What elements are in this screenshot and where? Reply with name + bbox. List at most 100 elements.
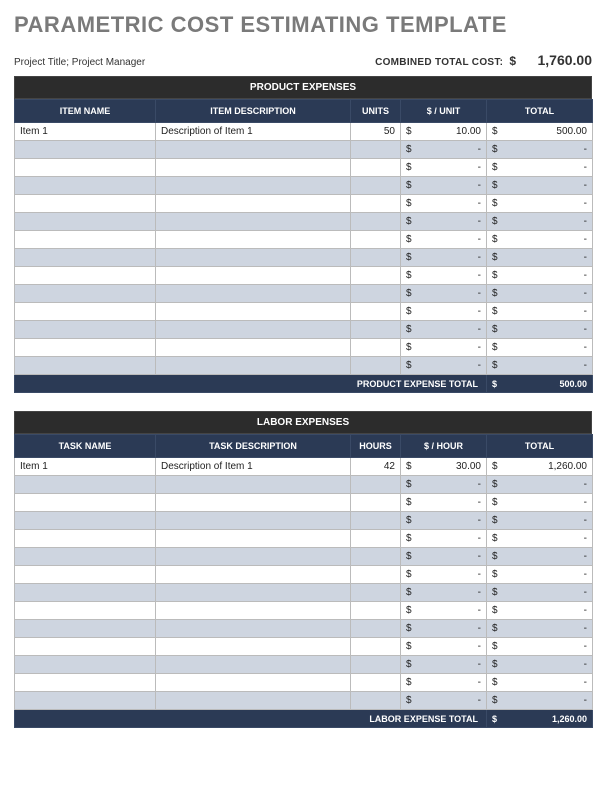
cell-name[interactable] <box>15 602 156 620</box>
cell-units[interactable] <box>351 530 401 548</box>
cell-desc[interactable] <box>156 321 351 339</box>
cell-units[interactable] <box>351 638 401 656</box>
cell-rate[interactable]: $- <box>401 267 487 285</box>
cell-name[interactable] <box>15 476 156 494</box>
cell-desc[interactable] <box>156 357 351 375</box>
cell-desc[interactable] <box>156 285 351 303</box>
cell-name[interactable] <box>15 141 156 159</box>
cell-rate[interactable]: $- <box>401 674 487 692</box>
cell-units[interactable] <box>351 141 401 159</box>
cell-units[interactable] <box>351 195 401 213</box>
cell-desc[interactable] <box>156 638 351 656</box>
cell-desc[interactable] <box>156 476 351 494</box>
cell-units[interactable] <box>351 674 401 692</box>
cell-rate[interactable]: $- <box>401 231 487 249</box>
cell-name[interactable] <box>15 656 156 674</box>
cell-name[interactable] <box>15 159 156 177</box>
cell-name[interactable] <box>15 357 156 375</box>
cell-desc[interactable] <box>156 494 351 512</box>
cell-units[interactable] <box>351 512 401 530</box>
cell-name[interactable] <box>15 566 156 584</box>
cell-rate[interactable]: $- <box>401 656 487 674</box>
cell-units[interactable] <box>351 584 401 602</box>
cell-rate[interactable]: $- <box>401 638 487 656</box>
cell-desc[interactable] <box>156 303 351 321</box>
cell-name[interactable] <box>15 584 156 602</box>
cell-units[interactable] <box>351 267 401 285</box>
cell-name[interactable] <box>15 692 156 710</box>
cell-desc[interactable] <box>156 674 351 692</box>
cell-desc[interactable]: Description of Item 1 <box>156 123 351 141</box>
cell-units[interactable] <box>351 620 401 638</box>
cell-units[interactable] <box>351 339 401 357</box>
cell-name[interactable] <box>15 321 156 339</box>
cell-desc[interactable] <box>156 213 351 231</box>
cell-name[interactable] <box>15 339 156 357</box>
cell-name[interactable] <box>15 512 156 530</box>
cell-rate[interactable]: $- <box>401 249 487 267</box>
cell-rate[interactable]: $- <box>401 476 487 494</box>
cell-units[interactable] <box>351 357 401 375</box>
cell-name[interactable] <box>15 231 156 249</box>
cell-units[interactable] <box>351 231 401 249</box>
cell-desc[interactable] <box>156 620 351 638</box>
cell-units[interactable]: 42 <box>351 458 401 476</box>
cell-desc[interactable] <box>156 584 351 602</box>
cell-rate[interactable]: $- <box>401 339 487 357</box>
cell-units[interactable] <box>351 177 401 195</box>
cell-name[interactable]: Item 1 <box>15 123 156 141</box>
cell-desc[interactable]: Description of Item 1 <box>156 458 351 476</box>
cell-rate[interactable]: $- <box>401 303 487 321</box>
cell-units[interactable] <box>351 656 401 674</box>
cell-desc[interactable] <box>156 141 351 159</box>
cell-desc[interactable] <box>156 692 351 710</box>
cell-rate[interactable]: $30.00 <box>401 458 487 476</box>
cell-units[interactable] <box>351 303 401 321</box>
cell-rate[interactable]: $- <box>401 357 487 375</box>
cell-name[interactable] <box>15 285 156 303</box>
cell-rate[interactable]: $- <box>401 494 487 512</box>
cell-desc[interactable] <box>156 512 351 530</box>
cell-name[interactable] <box>15 548 156 566</box>
cell-rate[interactable]: $- <box>401 177 487 195</box>
cell-rate[interactable]: $- <box>401 566 487 584</box>
cell-name[interactable] <box>15 530 156 548</box>
cell-units[interactable] <box>351 476 401 494</box>
cell-rate[interactable]: $- <box>401 321 487 339</box>
cell-units[interactable] <box>351 321 401 339</box>
cell-units[interactable] <box>351 692 401 710</box>
cell-units[interactable] <box>351 213 401 231</box>
cell-desc[interactable] <box>156 566 351 584</box>
cell-name[interactable] <box>15 195 156 213</box>
cell-desc[interactable] <box>156 602 351 620</box>
cell-units[interactable] <box>351 494 401 512</box>
cell-rate[interactable]: $- <box>401 530 487 548</box>
cell-rate[interactable]: $- <box>401 159 487 177</box>
cell-rate[interactable]: $- <box>401 584 487 602</box>
cell-rate[interactable]: $- <box>401 602 487 620</box>
cell-name[interactable] <box>15 267 156 285</box>
cell-desc[interactable] <box>156 530 351 548</box>
cell-units[interactable] <box>351 285 401 303</box>
cell-units[interactable] <box>351 548 401 566</box>
cell-name[interactable] <box>15 213 156 231</box>
cell-desc[interactable] <box>156 267 351 285</box>
cell-rate[interactable]: $- <box>401 195 487 213</box>
cell-desc[interactable] <box>156 656 351 674</box>
cell-name[interactable] <box>15 620 156 638</box>
cell-units[interactable] <box>351 566 401 584</box>
cell-desc[interactable] <box>156 195 351 213</box>
cell-rate[interactable]: $- <box>401 548 487 566</box>
cell-units[interactable] <box>351 602 401 620</box>
cell-desc[interactable] <box>156 548 351 566</box>
cell-name[interactable] <box>15 674 156 692</box>
cell-rate[interactable]: $- <box>401 285 487 303</box>
cell-name[interactable] <box>15 638 156 656</box>
cell-units[interactable] <box>351 249 401 267</box>
cell-rate[interactable]: $- <box>401 620 487 638</box>
cell-rate[interactable]: $- <box>401 141 487 159</box>
cell-name[interactable] <box>15 249 156 267</box>
cell-name[interactable] <box>15 494 156 512</box>
cell-rate[interactable]: $- <box>401 692 487 710</box>
cell-name[interactable] <box>15 177 156 195</box>
